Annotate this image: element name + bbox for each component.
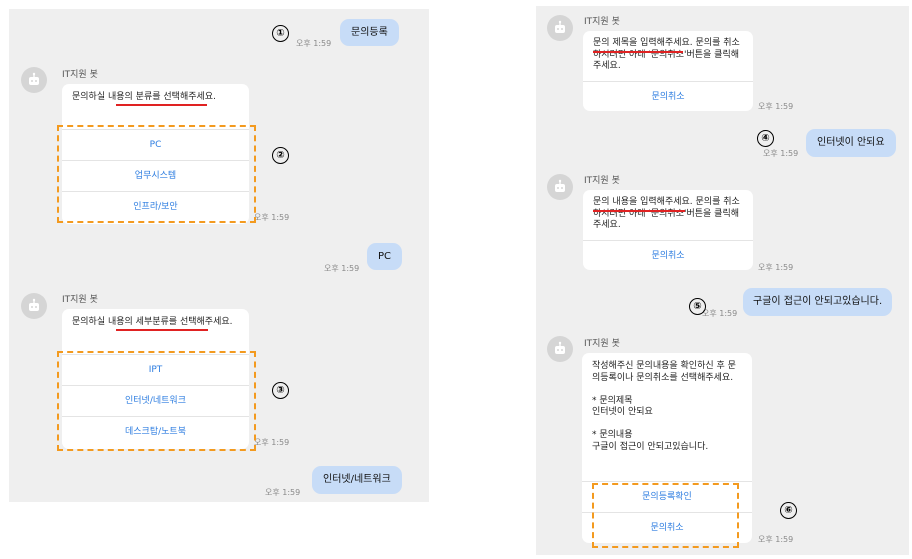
user-message-bubble: 문의등록 — [340, 19, 399, 46]
timestamp: 오후 1:59 — [763, 149, 799, 158]
bot-message-text: 문의 내용을 입력해주세요. 문의를 취소하시려면 아래 '문의취소'버튼을 클… — [593, 197, 740, 230]
bot-avatar — [21, 67, 47, 93]
robot-icon — [555, 341, 565, 354]
user-message-bubble: 인터넷/네트워크 — [312, 466, 402, 494]
highlight-box — [592, 483, 739, 548]
bot-name: IT지원 봇 — [584, 339, 620, 349]
bot-message-text: 문의하실 내용의 분류를 선택해주세요. — [72, 92, 216, 102]
user-message-bubble: PC — [367, 243, 403, 270]
robot-icon — [29, 298, 39, 311]
highlight-underline — [116, 329, 208, 331]
timestamp: 오후 1:59 — [324, 264, 360, 273]
highlight-underline — [116, 104, 207, 106]
highlight-underline — [593, 51, 683, 53]
robot-icon — [555, 179, 565, 192]
cancel-inquiry-button[interactable]: 문의취소 — [583, 240, 753, 270]
timestamp: 오후 1:59 — [296, 39, 332, 48]
bot-message-text: 문의하실 내용의 세부분류를 선택해주세요. — [72, 317, 233, 327]
bot-avatar — [21, 293, 47, 319]
user-message-bubble: 인터넷이 안되요 — [806, 129, 896, 157]
highlight-underline — [593, 210, 685, 212]
step-marker-2: ② — [272, 147, 289, 164]
bot-avatar — [547, 15, 573, 41]
bot-message-text: 작성해주신 문의내용을 확인하신 후 문의등록이나 문의취소를 선택해주세요. … — [592, 361, 736, 452]
bot-name: IT지원 봇 — [62, 70, 98, 80]
chat-panel-right: IT지원 봇 문의 제목을 입력해주세요. 문의를 취소하시려면 아래 '문의취… — [536, 6, 909, 555]
timestamp: 오후 1:59 — [254, 213, 290, 222]
bot-message-card: 문의 제목을 입력해주세요. 문의를 취소하시려면 아래 '문의취소'버튼을 클… — [583, 31, 753, 111]
step-marker-4: ④ — [757, 130, 774, 147]
step-marker-6: ⑥ — [780, 502, 797, 519]
timestamp: 오후 1:59 — [254, 438, 290, 447]
bot-message-card: 문의 내용을 입력해주세요. 문의를 취소하시려면 아래 '문의취소'버튼을 클… — [583, 190, 753, 270]
timestamp: 오후 1:59 — [758, 535, 794, 544]
robot-icon — [555, 20, 565, 33]
step-marker-5: ⑤ — [689, 298, 706, 315]
bot-name: IT지원 봇 — [584, 17, 620, 27]
step-marker-1: ① — [272, 25, 289, 42]
robot-icon — [29, 72, 39, 85]
timestamp: 오후 1:59 — [758, 263, 794, 272]
timestamp: 오후 1:59 — [265, 488, 301, 497]
step-marker-3: ③ — [272, 382, 289, 399]
highlight-box — [57, 351, 256, 451]
highlight-box — [57, 125, 256, 223]
timestamp: 오후 1:59 — [702, 309, 738, 318]
bot-name: IT지원 봇 — [584, 176, 620, 186]
bot-avatar — [547, 174, 573, 200]
timestamp: 오후 1:59 — [758, 102, 794, 111]
cancel-inquiry-button[interactable]: 문의취소 — [583, 81, 753, 111]
bot-message-text: 문의 제목을 입력해주세요. 문의를 취소하시려면 아래 '문의취소'버튼을 클… — [593, 38, 740, 71]
bot-name: IT지원 봇 — [62, 295, 98, 305]
user-message-bubble: 구글이 접근이 안되고있습니다. — [743, 288, 893, 316]
bot-avatar — [547, 336, 573, 362]
